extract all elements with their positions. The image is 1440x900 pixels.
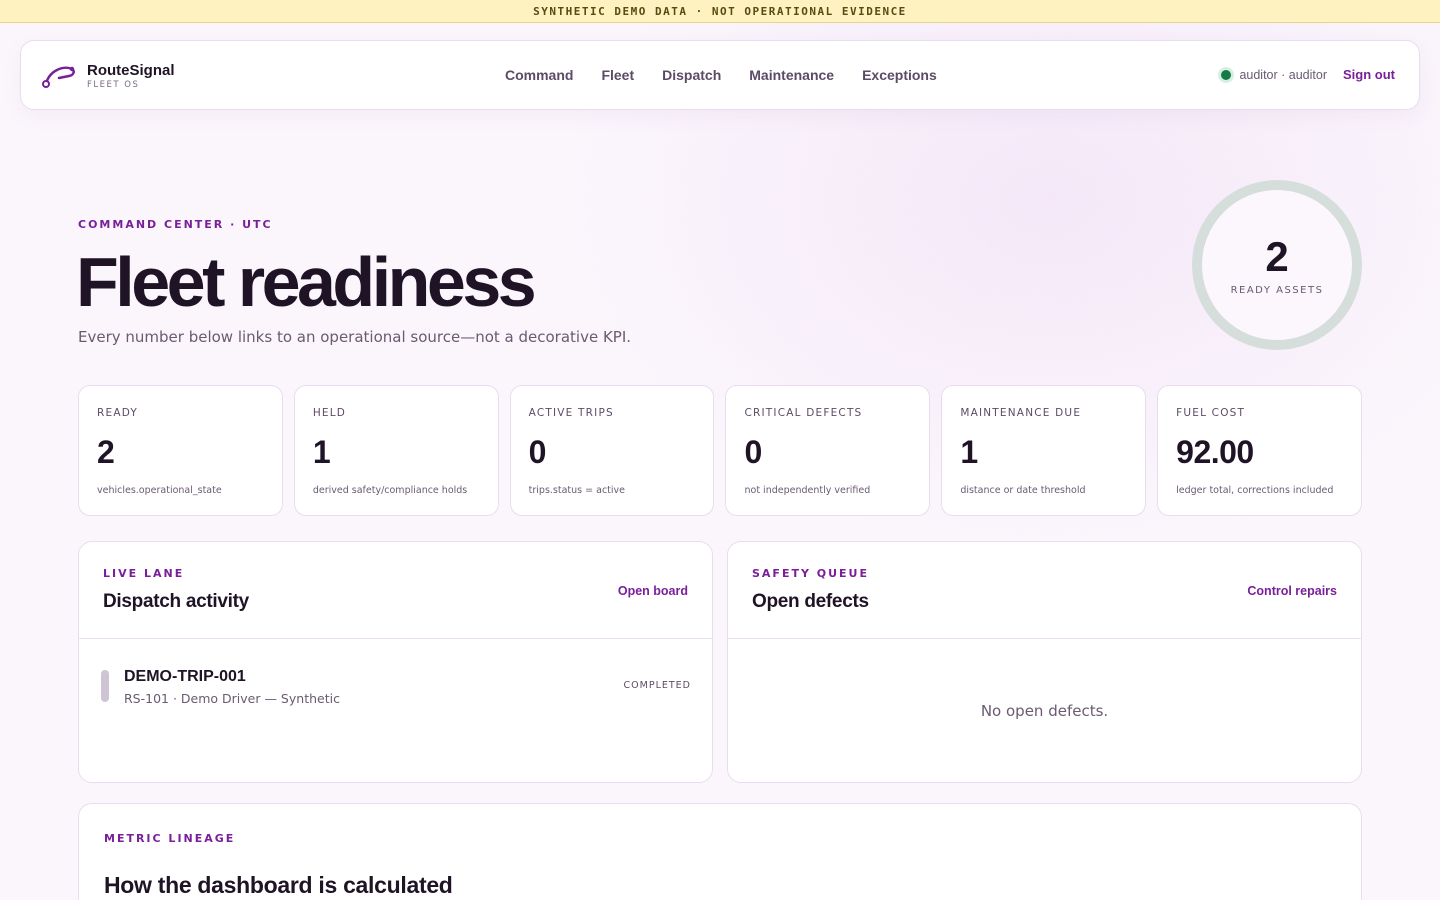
kpi-source: vehicles.operational_state [97,485,222,496]
kpi-value: 1 [960,434,978,470]
user-label: auditor · auditor [1239,67,1327,82]
kpi-label: CRITICAL DEFECTS [744,407,863,419]
ready-assets-ring: 2 READY ASSETS [1192,180,1362,350]
kpi-source: not independently verified [744,485,871,496]
control-repairs-link[interactable]: Control repairs [1247,584,1337,598]
kpi-label: HELD [312,407,347,419]
kpi-label: MAINTENANCE DUE [960,407,1082,419]
kpi-label: FUEL COST [1176,407,1246,419]
nav-exceptions[interactable]: Exceptions [862,67,937,83]
kpi-value: 1 [312,434,331,470]
trip-status-indicator [101,670,109,702]
brand-subtitle: FLEET OS [87,79,140,90]
kpi-value: 92.00 [1176,434,1254,470]
top-navigation: RouteSignal FLEET OS Command Fleet Dispa… [20,40,1420,110]
kpi-source: derived safety/compliance holds [312,485,468,496]
brand-name: RouteSignal [87,61,175,79]
kpi-card-ready[interactable]: READY 2 vehicles.operational_state [78,385,283,516]
nav-maintenance[interactable]: Maintenance [749,67,834,83]
panel-eyebrow: METRIC LINEAGE [104,832,236,845]
kpi-card-fuel-cost[interactable]: FUEL COST 92.00 ledger total, correction… [1157,385,1362,516]
kpi-source: trips.status = active [528,485,625,496]
empty-state-message: No open defects. [980,702,1109,720]
nav-fleet[interactable]: Fleet [601,67,634,83]
main-nav: Command Fleet Dispatch Maintenance Excep… [505,67,965,83]
nav-dispatch[interactable]: Dispatch [662,67,721,83]
kpi-card-held[interactable]: HELD 1 derived safety/compliance holds [293,385,499,516]
panel-header: SAFETY QUEUE Open defects Control repair… [728,542,1361,639]
kpi-value: 0 [744,434,762,470]
panel-title: How the dashboard is calculated [104,872,453,898]
brand[interactable]: RouteSignal FLEET OS [41,61,175,91]
page-subtitle: Every number below links to an operation… [78,328,632,346]
kpi-row: READY 2 vehicles.operational_state HELD … [78,385,1362,516]
kpi-label: ACTIVE TRIPS [528,407,614,419]
routesignal-logo-icon [42,66,75,88]
kpi-card-active-trips[interactable]: ACTIVE TRIPS 0 trips.status = active [509,385,715,516]
kpi-value: 2 [97,434,115,470]
dispatch-activity-panel: LIVE LANE Dispatch activity Open board D… [78,541,713,783]
ready-assets-value: 2 [1265,232,1289,280]
kpi-source: distance or date threshold [960,485,1086,496]
panel-header: LIVE LANE Dispatch activity Open board [79,542,712,639]
user-area: auditor · auditor Sign out [1221,67,1395,82]
metric-lineage-panel: METRIC LINEAGE How the dashboard is calc… [78,803,1362,900]
open-board-link[interactable]: Open board [618,584,688,598]
panel-eyebrow: SAFETY QUEUE [752,567,870,580]
kpi-card-critical-defects[interactable]: CRITICAL DEFECTS 0 not independently ver… [725,385,931,516]
kpi-source: ledger total, corrections included [1176,485,1334,496]
trip-id: DEMO-TRIP-001 [124,668,246,685]
open-defects-panel: SAFETY QUEUE Open defects Control repair… [727,541,1362,783]
sign-out-button[interactable]: Sign out [1343,67,1395,82]
panel-eyebrow: LIVE LANE [103,567,185,580]
panel-title: Open defects [752,591,869,612]
trip-row[interactable]: DEMO-TRIP-001 RS-101 · Demo Driver — Syn… [101,668,691,708]
kpi-card-maintenance-due[interactable]: MAINTENANCE DUE 1 distance or date thres… [941,385,1147,516]
panel-title: Dispatch activity [103,591,249,612]
hero-eyebrow: COMMAND CENTER · UTC [78,218,273,231]
trip-meta: RS-101 · Demo Driver — Synthetic [124,691,340,706]
ready-assets-label: READY ASSETS [1230,284,1324,296]
online-status-icon [1221,69,1232,80]
kpi-value: 0 [528,434,547,470]
demo-data-banner: SYNTHETIC DEMO DATA · NOT OPERATIONAL EV… [0,0,1440,23]
kpi-label: READY [97,407,139,419]
trip-status-badge: COMPLETED [623,680,691,691]
page-title: Fleet readiness [76,243,537,321]
nav-command[interactable]: Command [505,67,573,83]
